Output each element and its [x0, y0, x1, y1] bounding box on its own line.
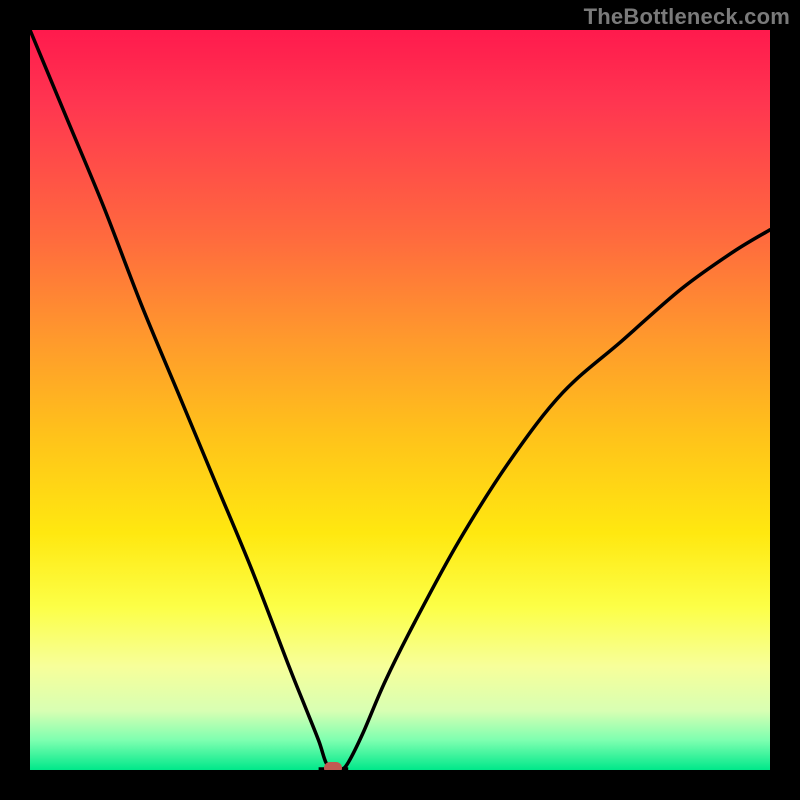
outer-frame: TheBottleneck.com — [0, 0, 800, 800]
curve-layer — [30, 30, 770, 770]
minimum-marker — [324, 762, 342, 770]
watermark-text: TheBottleneck.com — [584, 4, 790, 30]
bottleneck-curve — [30, 30, 770, 770]
plot-area — [30, 30, 770, 770]
